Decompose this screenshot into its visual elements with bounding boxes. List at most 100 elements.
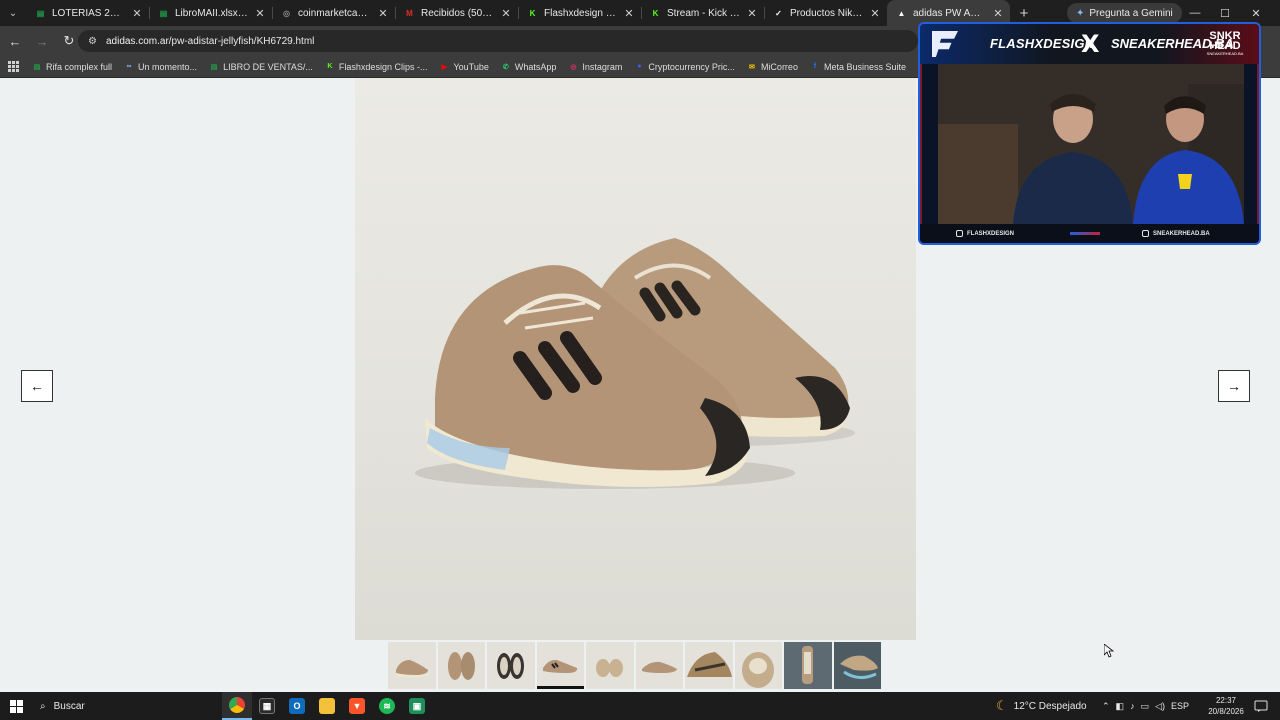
thumbnail[interactable]	[586, 642, 634, 689]
taskbar-obs-app[interactable]: ▣	[402, 692, 432, 720]
tab-title: Recibidos (507) - flas	[421, 7, 494, 19]
weather-widget[interactable]: ☾ 12°C Despejado	[996, 692, 1087, 720]
adidas-icon: ▲	[897, 8, 906, 18]
thumbnail[interactable]	[635, 642, 683, 689]
thumbnail[interactable]	[784, 642, 832, 689]
coin-icon: ●	[637, 63, 642, 70]
taskbar-store[interactable]: ▦	[252, 692, 282, 720]
apps-grid-icon[interactable]	[0, 61, 26, 72]
close-tab-icon[interactable]: ✕	[869, 7, 881, 20]
bookmark-4[interactable]: ▶ YouTube	[433, 62, 494, 72]
gemini-spark-icon: ✦	[1076, 7, 1085, 19]
taskbar-spotify[interactable]: ≋	[372, 692, 402, 720]
bookmark-label: Meta Business Suite	[823, 61, 906, 72]
tab-5[interactable]: K Stream - Kick Dashb ✕	[641, 0, 764, 26]
taskbar-outlook[interactable]: O	[282, 692, 312, 720]
close-tab-icon[interactable]: ✕	[131, 7, 143, 20]
bookmark-label: Instagram	[582, 61, 623, 72]
clock-date: 20/8/2026	[1208, 707, 1244, 716]
gemini-button[interactable]: ✦ Pregunta a Gemini	[1067, 3, 1182, 23]
tab-3[interactable]: M Recibidos (507) - flas ✕	[395, 0, 518, 26]
previous-image-button[interactable]: ←	[21, 370, 53, 402]
language-indicator[interactable]: ESP	[1171, 701, 1189, 711]
taskbar-search-placeholder: Buscar	[53, 700, 85, 712]
webcam-people-illustration	[938, 64, 1244, 224]
tab-2[interactable]: ◎ coinmarketcap.com ✕	[272, 0, 395, 26]
sneaker-pair-illustration	[415, 238, 855, 489]
thumbnail[interactable]	[734, 642, 782, 689]
taskbar-search[interactable]: ⌕ Buscar	[32, 692, 222, 720]
taskbar-brave[interactable]: ▼	[342, 692, 372, 720]
kick-icon: K	[327, 63, 333, 70]
volume-icon[interactable]: ◁)	[1155, 701, 1165, 712]
thumbnail[interactable]	[437, 642, 485, 689]
clock[interactable]: 22:37 20/8/2026	[1206, 695, 1246, 717]
notification-icon[interactable]	[1254, 699, 1268, 713]
bookmark-0[interactable]: ▤ Rifa complex full	[26, 62, 118, 72]
arrow-left-icon: ←	[30, 378, 44, 394]
address-bar[interactable]: ⚙ adidas.com.ar/pw-adistar-jellyfish/KH6…	[78, 30, 918, 52]
overlay-left-handle: FLASHXDESIGN	[956, 230, 1014, 237]
forward-button[interactable]: →	[30, 29, 54, 53]
stream-webcam-overlay: FLASHXDESIGN X SNEAKERHEAD.BA SNKR HEAD …	[918, 22, 1261, 245]
tab-search-chevron-icon[interactable]: ⌄	[0, 0, 26, 26]
bookmark-2[interactable]: ▤ LIBRO DE VENTAS/...	[203, 62, 319, 72]
bookmark-3[interactable]: K Flashxdesign Clips -...	[319, 62, 434, 72]
thumbnail-selected[interactable]	[536, 642, 584, 689]
arrow-right-icon: →	[1227, 378, 1241, 394]
tab-6[interactable]: ✓ Productos Nike | Nik ✕	[764, 0, 887, 26]
close-tab-icon[interactable]: ✕	[377, 7, 389, 20]
chrome-icon	[229, 697, 245, 713]
sheets-icon: ▤	[210, 63, 218, 71]
thumbnail[interactable]	[685, 642, 733, 689]
thumbnail[interactable]	[388, 642, 436, 689]
bookmark-8[interactable]: ✉ MiCorreo	[741, 62, 804, 72]
tray-chevron-up-icon[interactable]: ⌃	[1102, 701, 1110, 712]
product-image[interactable]	[355, 78, 916, 640]
tab-title: adidas PW ADISTAR	[913, 7, 986, 19]
thumbnail[interactable]	[487, 642, 535, 689]
bookmark-7[interactable]: ● Cryptocurrency Pric...	[628, 62, 741, 72]
site-info-icon[interactable]: ⚙	[88, 36, 97, 47]
network-icon[interactable]: ▭	[1141, 701, 1150, 712]
close-tab-icon[interactable]: ✕	[254, 7, 266, 20]
bookmark-label: Rifa complex full	[46, 61, 113, 72]
url-domain: adidas.com.ar	[105, 35, 169, 47]
close-tab-icon[interactable]: ✕	[623, 7, 635, 20]
bookmark-5[interactable]: ✆ WhatsApp	[495, 62, 563, 72]
instagram-icon	[1142, 230, 1149, 237]
gemini-label: Pregunta a Gemini	[1089, 7, 1173, 19]
overlay-right-handle: SNEAKERHEAD.BA	[1142, 230, 1210, 237]
windows-start-button[interactable]	[0, 692, 32, 720]
windows-taskbar: ⌕ Buscar ▦ O ▼ ≋ ▣ ☾ 12°C Despejado ⌃ ◧ …	[0, 692, 1280, 720]
tab-0[interactable]: ▤ LOTERIAS 2024 - Hoj ✕	[26, 0, 149, 26]
camera-tray-icon[interactable]: ◧	[1116, 701, 1125, 712]
thumbnail[interactable]	[833, 642, 881, 689]
close-tab-icon[interactable]: ✕	[746, 7, 758, 20]
new-tab-button[interactable]: +	[1010, 5, 1038, 22]
instagram-icon: ◎	[570, 63, 577, 71]
outlook-icon: O	[289, 698, 305, 714]
tab-title: coinmarketcap.com	[298, 7, 371, 19]
taskbar-chrome[interactable]	[222, 692, 252, 720]
snkr-head-logo: SNKR HEAD SNEAKERHEAD.BA	[1206, 31, 1244, 57]
url-path: /pw-adistar-jellyfish/KH6729.html	[168, 35, 315, 47]
bookmark-label: Un momento...	[138, 61, 198, 72]
back-button[interactable]: ←	[3, 29, 27, 53]
webcam-feed	[938, 64, 1244, 224]
tab-4[interactable]: K Flashxdesign - Watch ✕	[518, 0, 641, 26]
microphone-icon[interactable]: ♪	[1130, 701, 1135, 711]
bookmark-label: Flashxdesign Clips -...	[338, 61, 428, 72]
bookmark-6[interactable]: ◎ Instagram	[562, 62, 628, 72]
close-tab-icon[interactable]: ✕	[500, 7, 512, 20]
next-image-button[interactable]: →	[1218, 370, 1250, 402]
tab-1[interactable]: ▤ LibroMAII.xlsx - Hoja ✕	[149, 0, 272, 26]
taskbar-explorer[interactable]	[312, 692, 342, 720]
globe-icon: ◎	[283, 8, 290, 18]
bookmark-9[interactable]: f Meta Business Suite	[804, 62, 912, 72]
nike-icon: ✓	[775, 8, 782, 18]
bookmark-1[interactable]: ∞ Un momento...	[118, 62, 203, 72]
bookmark-label: LIBRO DE VENTAS/...	[223, 61, 313, 72]
close-tab-icon[interactable]: ✕	[992, 7, 1004, 20]
spotify-icon: ≋	[379, 698, 395, 714]
